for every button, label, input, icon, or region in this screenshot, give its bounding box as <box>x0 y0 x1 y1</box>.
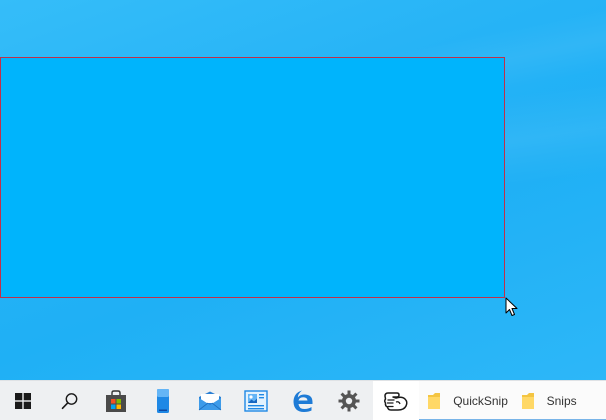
settings-gear-icon <box>338 390 360 412</box>
photos-button[interactable] <box>233 381 280 420</box>
folder-icon <box>521 392 535 410</box>
photos-icon <box>244 390 268 412</box>
taskbar: QuickSnip Snips <box>0 380 606 420</box>
taskbar-app-quicksnip[interactable]: QuickSnip <box>419 381 513 420</box>
phone-button[interactable] <box>140 381 187 420</box>
windows-start-icon <box>15 393 32 409</box>
desktop[interactable] <box>0 0 606 380</box>
snip-app-button[interactable] <box>372 381 420 420</box>
taskbar-app-snips[interactable]: Snips <box>512 381 606 420</box>
taskbar-app-label: Snips <box>546 394 577 408</box>
edge-icon <box>292 390 314 412</box>
snip-selection-rectangle[interactable] <box>0 57 505 298</box>
start-button[interactable] <box>0 381 47 420</box>
store-button[interactable] <box>93 381 140 420</box>
edge-button[interactable] <box>279 381 326 420</box>
store-icon <box>104 389 128 413</box>
mouse-cursor-icon <box>505 297 519 317</box>
mail-button[interactable] <box>186 381 233 420</box>
search-button[interactable] <box>47 381 94 420</box>
taskbar-app-label: QuickSnip <box>453 394 508 408</box>
mail-icon <box>198 391 222 411</box>
phone-icon <box>156 388 170 414</box>
search-icon <box>61 392 79 410</box>
snip-hand-icon <box>383 390 409 412</box>
settings-button[interactable] <box>326 381 373 420</box>
folder-icon <box>427 392 441 410</box>
